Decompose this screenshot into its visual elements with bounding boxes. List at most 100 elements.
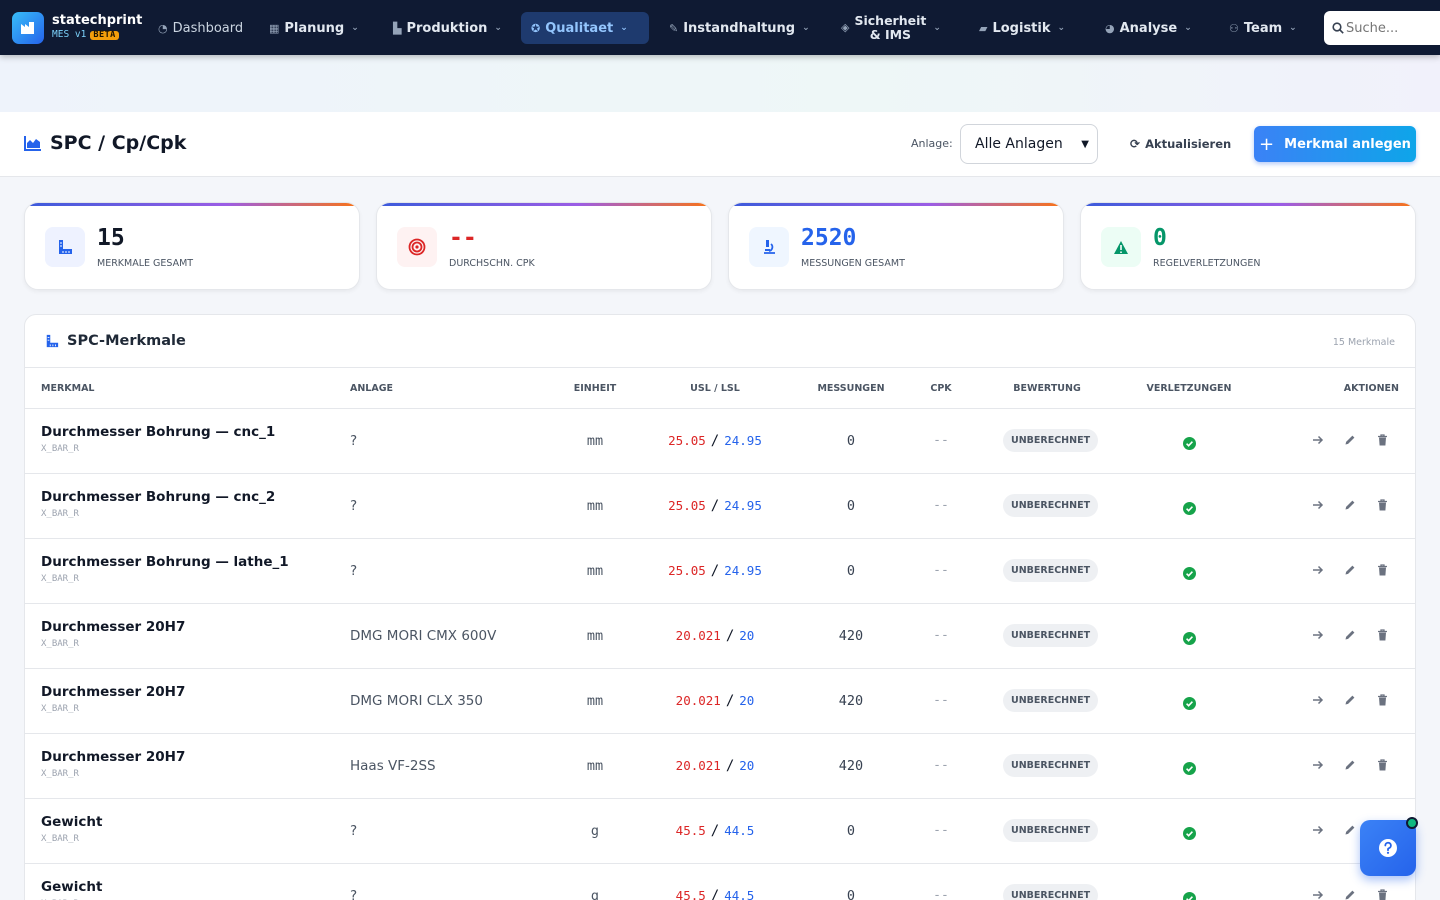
merkmal-type: X_BAR_R — [41, 444, 79, 454]
anlage-cell: ? — [350, 498, 358, 514]
col-bewertung[interactable]: Bewertung — [997, 383, 1097, 394]
pencil-icon[interactable] — [1343, 758, 1357, 772]
arrow-right-icon[interactable] — [1311, 433, 1325, 447]
col-verletzungen[interactable]: Verletzungen — [1139, 383, 1239, 394]
merkmal-type: X_BAR_R — [41, 769, 79, 779]
einheit-cell: g — [590, 823, 600, 839]
arrow-right-icon[interactable] — [1311, 563, 1325, 577]
arrow-right-icon[interactable] — [1311, 628, 1325, 642]
merkmal-name: Durchmesser Bohrung — cnc_1 — [41, 424, 276, 440]
brand[interactable]: statechprint MES v1 BETA — [0, 11, 148, 44]
merkmal-cell[interactable]: GewichtX_BAR_R — [41, 879, 102, 900]
col-usl-lsl[interactable]: USL / LSL — [645, 383, 785, 394]
trash-icon[interactable] — [1375, 628, 1389, 642]
usl-lsl-cell: 20.021 / 20 — [645, 628, 785, 644]
nav-team[interactable]: ⚇ Team ⌄ — [1219, 12, 1307, 44]
usl-value: 20.021 — [675, 628, 721, 643]
nav-analyse[interactable]: ◕ Analyse ⌄ — [1095, 12, 1202, 44]
users-icon: ⚇ — [1229, 21, 1239, 35]
pencil-icon[interactable] — [1343, 433, 1357, 447]
nav-produktion[interactable]: ▙ Produktion ⌄ — [383, 12, 512, 44]
merkmal-cell[interactable]: Durchmesser 20H7 X_BAR_R — [41, 749, 185, 779]
messungen-cell: 0 — [846, 433, 856, 449]
col-messungen[interactable]: Messungen — [801, 383, 901, 394]
col-einheit[interactable]: Einheit — [545, 383, 645, 394]
page-header: SPC / Cp/Cpk Anlage: Alle Anlagen ▼ ⟳ Akt… — [0, 112, 1440, 177]
merkmal-cell[interactable]: Durchmesser Bohrung — cnc_2 X_BAR_R — [41, 489, 275, 519]
kpi-cpk: -- Durchschn. Cpk — [376, 202, 712, 290]
anlage-select[interactable]: Alle Anlagen ▼ — [960, 124, 1098, 164]
search-input[interactable] — [1346, 20, 1440, 36]
table-row[interactable]: GewichtX_BAR_R?g45.5/44.50--UNBERECHNET — [25, 799, 1415, 864]
table-row[interactable]: Durchmesser 20H7 X_BAR_R DMG MORI CMX 600V… — [25, 604, 1415, 669]
table-row[interactable]: GewichtX_BAR_R?g45.5/44.50--UNBERECHNET — [25, 864, 1415, 900]
trash-icon[interactable] — [1375, 433, 1389, 447]
merkmal-cell[interactable]: Durchmesser Bohrung — cnc_1 X_BAR_R — [41, 424, 275, 454]
refresh-button[interactable]: ⟳ Aktualisieren — [1130, 137, 1231, 151]
kpi-regelverletzungen: 0 Regelverletzungen — [1080, 202, 1416, 290]
table-row[interactable]: Durchmesser Bohrung — lathe_1 X_BAR_R? mm 2… — [25, 539, 1415, 604]
spc-merkmale-table-card: SPC-Merkmale 15 Merkmale Merkmal Anlage … — [24, 314, 1416, 900]
separator: / — [725, 628, 735, 644]
kpi-messungen: 2520 Messungen gesamt — [728, 202, 1064, 290]
table-row[interactable]: Durchmesser 20H7 X_BAR_R DMG MORI CLX 350 m… — [25, 669, 1415, 734]
cpk-cell: -- — [933, 888, 949, 900]
pencil-icon[interactable] — [1343, 823, 1357, 837]
col-cpk[interactable]: Cpk — [901, 383, 981, 394]
search-box[interactable] — [1324, 11, 1440, 45]
trash-icon[interactable] — [1375, 888, 1389, 900]
table-row[interactable]: Durchmesser Bohrung — cnc_1 X_BAR_R? mm 25.… — [25, 409, 1415, 474]
arrow-right-icon[interactable] — [1311, 823, 1325, 837]
bewertung-badge: UNBERECHNET — [1003, 429, 1099, 452]
arrow-right-icon[interactable] — [1311, 758, 1325, 772]
table-row[interactable]: Durchmesser Bohrung — cnc_2 X_BAR_R? mm 25.… — [25, 474, 1415, 539]
pencil-icon[interactable] — [1343, 888, 1357, 900]
check-circle-icon — [1183, 760, 1196, 779]
col-anlage[interactable]: Anlage — [350, 383, 393, 394]
anlage-label: Anlage: — [911, 137, 953, 150]
lsl-value: 24.95 — [724, 498, 762, 513]
merkmal-cell[interactable]: GewichtX_BAR_R — [41, 814, 102, 844]
create-merkmal-button[interactable]: + Merkmal anlegen — [1254, 126, 1416, 162]
nav-dashboard[interactable]: ◔ Dashboard — [148, 12, 253, 44]
merkmal-cell[interactable]: Durchmesser 20H7 X_BAR_R — [41, 619, 185, 649]
usl-value: 25.05 — [668, 498, 706, 513]
merkmal-cell[interactable]: Durchmesser 20H7 X_BAR_R — [41, 684, 185, 714]
separator: / — [725, 693, 735, 709]
refresh-icon: ⟳ — [1130, 137, 1141, 151]
separator: / — [710, 823, 720, 839]
pencil-icon[interactable] — [1343, 628, 1357, 642]
brand-name: statechprint — [52, 13, 143, 29]
plus-icon: + — [1259, 133, 1275, 155]
bewertung-badge: UNBERECHNET — [1003, 494, 1099, 517]
merkmal-cell[interactable]: Durchmesser Bohrung — lathe_1 X_BAR_R — [41, 554, 289, 584]
usl-lsl-cell: 20.021 / 20 — [645, 758, 785, 774]
anlage-cell: ? — [350, 823, 358, 839]
trash-icon[interactable] — [1375, 563, 1389, 577]
merkmal-name: Durchmesser Bohrung — lathe_1 — [41, 554, 289, 570]
arrow-right-icon[interactable] — [1311, 498, 1325, 512]
chevron-down-icon: ⌄ — [620, 23, 628, 33]
nav-sicherheit[interactable]: ◈ Sicherheit & IMS ⌄ — [831, 12, 951, 44]
nav-qualitaet[interactable]: ✪ Qualitaet ⌄ — [521, 12, 649, 44]
pencil-icon[interactable] — [1343, 693, 1357, 707]
table-row[interactable]: Durchmesser 20H7 X_BAR_R Haas VF-2SS mm 20.0… — [25, 734, 1415, 799]
nav-logistik[interactable]: ▰ Logistik ⌄ — [969, 12, 1075, 44]
lsl-value: 20 — [739, 693, 755, 708]
help-button[interactable] — [1360, 817, 1418, 876]
nav-planung[interactable]: ▦ Planung ⌄ — [259, 12, 369, 44]
table-title: SPC-Merkmale — [45, 333, 186, 349]
merkmal-type: X_BAR_R — [41, 704, 79, 714]
pencil-icon[interactable] — [1343, 563, 1357, 577]
check-circle-icon — [1183, 500, 1196, 519]
nav-instandhaltung[interactable]: ✎ Instandhaltung ⌄ — [659, 12, 820, 44]
trash-icon[interactable] — [1375, 758, 1389, 772]
trash-icon[interactable] — [1375, 693, 1389, 707]
col-merkmal[interactable]: Merkmal — [41, 383, 94, 394]
arrow-right-icon[interactable] — [1311, 888, 1325, 900]
usl-lsl-cell: 25.05 / 24.95 — [645, 433, 785, 449]
usl-lsl-cell: 45.5 / 44.5 — [645, 888, 785, 900]
trash-icon[interactable] — [1375, 498, 1389, 512]
arrow-right-icon[interactable] — [1311, 693, 1325, 707]
pencil-icon[interactable] — [1343, 498, 1357, 512]
